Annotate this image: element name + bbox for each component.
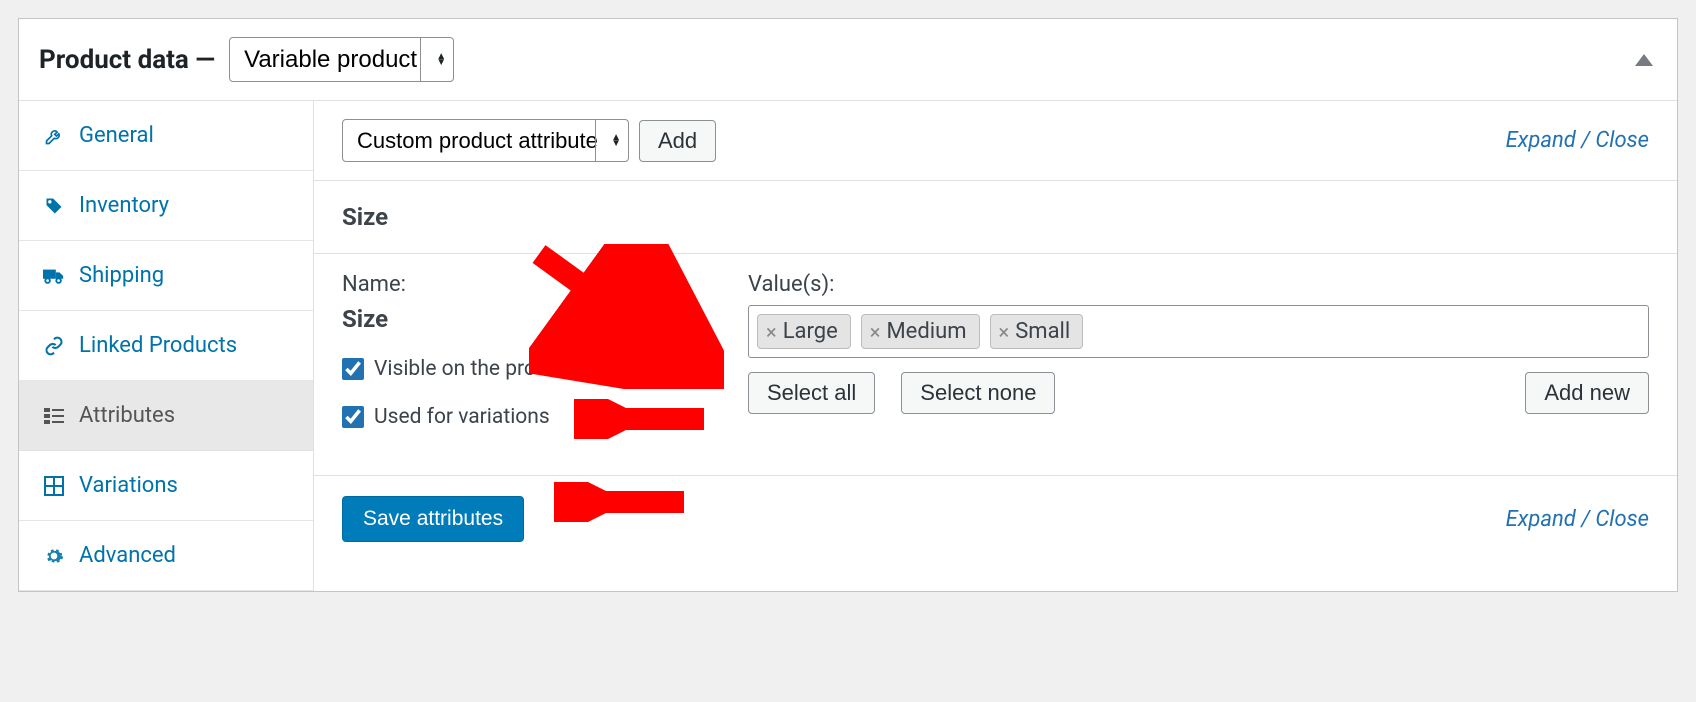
close-link[interactable]: Close	[1595, 128, 1649, 153]
tab-inventory[interactable]: Inventory	[19, 171, 313, 241]
wrench-icon	[43, 125, 65, 147]
variations-checkbox[interactable]	[342, 406, 364, 428]
attributes-toolbar: Custom product attribute ▲▼ Add Expand /…	[314, 101, 1677, 181]
panel-title: Product data —	[39, 45, 215, 75]
expand-link[interactable]: Expand	[1506, 128, 1576, 153]
remove-chip-icon[interactable]: ×	[868, 320, 883, 344]
truck-icon	[43, 265, 65, 287]
tag-icon	[43, 195, 65, 217]
annotation-arrow-icon	[554, 482, 694, 522]
visible-checkbox-row[interactable]: Visible on the product page	[342, 357, 712, 381]
expand-close-links: Expand / Close	[1506, 507, 1649, 532]
tab-variations[interactable]: Variations	[19, 451, 313, 521]
list-icon	[43, 405, 65, 427]
values-multiselect[interactable]: × Large × Medium × Small	[748, 305, 1649, 358]
value-chip: × Small	[990, 314, 1084, 349]
tab-label: Advanced	[79, 543, 176, 568]
select-none-button[interactable]: Select none	[901, 372, 1055, 414]
expand-close-links: Expand / Close	[1506, 128, 1649, 153]
attribute-row-body: Name: Size Visible on the product page U…	[314, 254, 1677, 476]
expand-link[interactable]: Expand	[1506, 507, 1576, 532]
tab-shipping[interactable]: Shipping	[19, 241, 313, 311]
gear-icon	[43, 545, 65, 567]
attribute-type-select[interactable]: Custom product attribute	[342, 119, 629, 162]
tab-linked-products[interactable]: Linked Products	[19, 311, 313, 381]
tab-label: Linked Products	[79, 333, 237, 358]
tab-advanced[interactable]: Advanced	[19, 521, 313, 591]
variations-label: Used for variations	[374, 405, 550, 429]
tab-general[interactable]: General	[19, 101, 313, 171]
tab-label: Attributes	[79, 403, 175, 428]
select-all-button[interactable]: Select all	[748, 372, 875, 414]
attributes-content: Custom product attribute ▲▼ Add Expand /…	[314, 101, 1677, 591]
link-icon	[43, 335, 65, 357]
variations-checkbox-row[interactable]: Used for variations	[342, 405, 712, 429]
panel-header: Product data — Variable product ▲▼	[19, 19, 1677, 101]
tabs-sidebar: General Inventory Shipping	[19, 101, 314, 591]
tab-label: Shipping	[79, 263, 164, 288]
visible-checkbox[interactable]	[342, 358, 364, 380]
tab-label: General	[79, 123, 154, 148]
remove-chip-icon[interactable]: ×	[997, 320, 1012, 344]
add-new-term-button[interactable]: Add new	[1525, 372, 1649, 414]
add-attribute-button[interactable]: Add	[639, 120, 716, 162]
tab-attributes[interactable]: Attributes	[19, 381, 313, 451]
attribute-row-title[interactable]: Size	[314, 181, 1677, 254]
product-data-panel: Product data — Variable product ▲▼ Gener…	[18, 18, 1678, 592]
remove-chip-icon[interactable]: ×	[764, 320, 779, 344]
values-label: Value(s):	[748, 272, 1649, 297]
collapse-toggle-icon[interactable]	[1635, 54, 1653, 66]
tab-label: Inventory	[79, 193, 169, 218]
save-attributes-button[interactable]: Save attributes	[342, 496, 524, 542]
value-chip: × Large	[757, 314, 851, 349]
name-label: Name:	[342, 272, 712, 297]
tab-label: Variations	[79, 473, 178, 498]
visible-label: Visible on the product page	[374, 357, 629, 381]
attribute-name-value: Size	[342, 305, 712, 333]
value-chip: × Medium	[861, 314, 980, 349]
close-link[interactable]: Close	[1595, 507, 1649, 532]
product-type-select[interactable]: Variable product	[229, 37, 454, 82]
grid-icon	[43, 475, 65, 497]
attributes-footer: Save attributes Expand / Close	[314, 476, 1677, 562]
